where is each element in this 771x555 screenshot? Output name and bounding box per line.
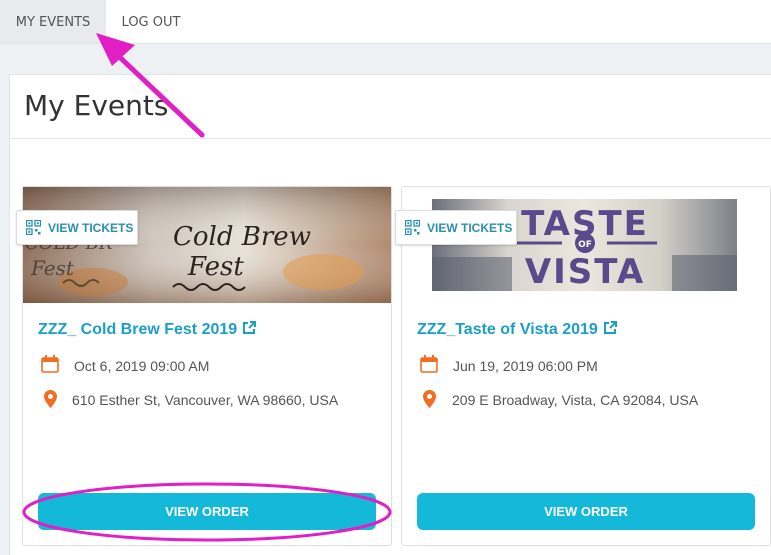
top-nav: MY EVENTS LOG OUT [0, 0, 771, 44]
view-tickets-button[interactable]: VIEW TICKETS [395, 210, 517, 245]
view-order-button[interactable]: VIEW ORDER [417, 493, 755, 530]
svg-text:VISTA: VISTA [525, 252, 645, 292]
tab-log-out[interactable]: LOG OUT [106, 0, 196, 43]
event-title-text[interactable]: ZZZ_ Cold Brew Fest 2019 [38, 321, 237, 338]
event-image-taste-of-vista[interactable]: TASTE OF VISTA [402, 187, 770, 303]
event-title-text[interactable]: ZZZ_Taste of Vista 2019 [417, 321, 598, 338]
calendar-icon [420, 355, 438, 377]
event-title-link[interactable]: ZZZ_Taste of Vista 2019 [417, 321, 617, 340]
event-title-link[interactable]: ZZZ_ Cold Brew Fest 2019 [38, 321, 257, 340]
event-date: Jun 19, 2019 06:00 PM [453, 358, 598, 374]
external-link-icon[interactable] [242, 321, 257, 340]
map-pin-icon [44, 390, 57, 412]
svg-text:OF: OF [578, 240, 592, 250]
view-order-button[interactable]: VIEW ORDER [38, 493, 376, 530]
event-address: 209 E Broadway, Vista, CA 92084, USA [452, 392, 699, 408]
tab-my-events[interactable]: MY EVENTS [0, 0, 106, 43]
qr-code-icon [25, 219, 42, 236]
view-tickets-label: VIEW TICKETS [427, 221, 513, 235]
external-link-icon[interactable] [603, 321, 617, 340]
svg-text:Fest: Fest [30, 256, 75, 280]
svg-text:Cold Brew: Cold Brew [173, 222, 311, 252]
view-tickets-button[interactable]: VIEW TICKETS [16, 210, 138, 245]
event-date: Oct 6, 2019 09:00 AM [74, 358, 210, 374]
event-address: 610 Esther St, Vancouver, WA 98660, USA [72, 392, 339, 408]
page-title: My Events [24, 89, 169, 122]
panel-header: My Events [10, 75, 771, 139]
qr-code-icon [404, 219, 421, 236]
svg-text:Fest: Fest [187, 252, 244, 282]
view-tickets-label: VIEW TICKETS [48, 221, 134, 235]
event-image-cold-brew[interactable]: Cold Brew Fest COLD BR Fest [23, 187, 391, 303]
calendar-icon [41, 355, 59, 377]
map-pin-icon [423, 390, 436, 412]
